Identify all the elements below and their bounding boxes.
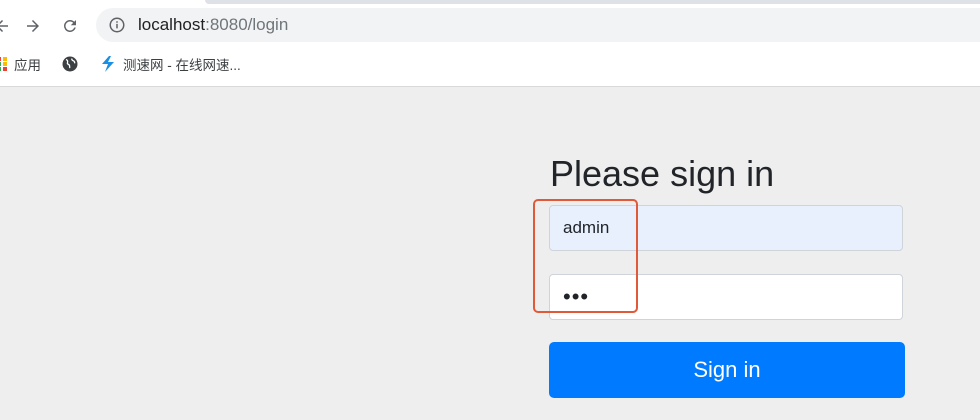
back-button[interactable]	[0, 12, 16, 40]
reload-button[interactable]	[56, 12, 84, 40]
bookmark-label: 应用	[14, 58, 41, 73]
bookmark-apps[interactable]: 应用	[0, 52, 41, 76]
forward-button[interactable]	[19, 12, 47, 40]
sign-in-button[interactable]: Sign in	[549, 342, 905, 398]
info-icon[interactable]	[108, 16, 126, 34]
url-text[interactable]: localhost:8080/login	[138, 15, 288, 35]
bookmark-globe[interactable]	[62, 52, 85, 76]
tab-strip	[205, 0, 980, 4]
password-field[interactable]	[549, 274, 903, 320]
url-host: localhost	[138, 15, 206, 34]
address-bar[interactable]: localhost:8080/login	[96, 8, 980, 42]
bookmark-speedtest[interactable]: 测速网 - 在线网速...	[100, 52, 241, 76]
arrow-right-icon	[27, 20, 39, 32]
page-title: Please sign in	[550, 153, 775, 194]
url-path: :8080/login	[205, 15, 289, 34]
arrow-left-icon	[0, 20, 8, 32]
speedtest-logo-icon	[102, 56, 114, 72]
bookmark-label: 测速网 - 在线网速...	[123, 58, 241, 73]
reload-icon	[63, 19, 76, 32]
apps-grid-icon	[0, 57, 7, 71]
username-field[interactable]	[549, 205, 903, 251]
globe-icon	[62, 56, 78, 72]
bookmarks-bar: 应用 测速网 - 在线网速...	[0, 50, 980, 78]
browser-toolbar: localhost:8080/login 应用 测速网 - 在线网速...	[0, 0, 980, 87]
